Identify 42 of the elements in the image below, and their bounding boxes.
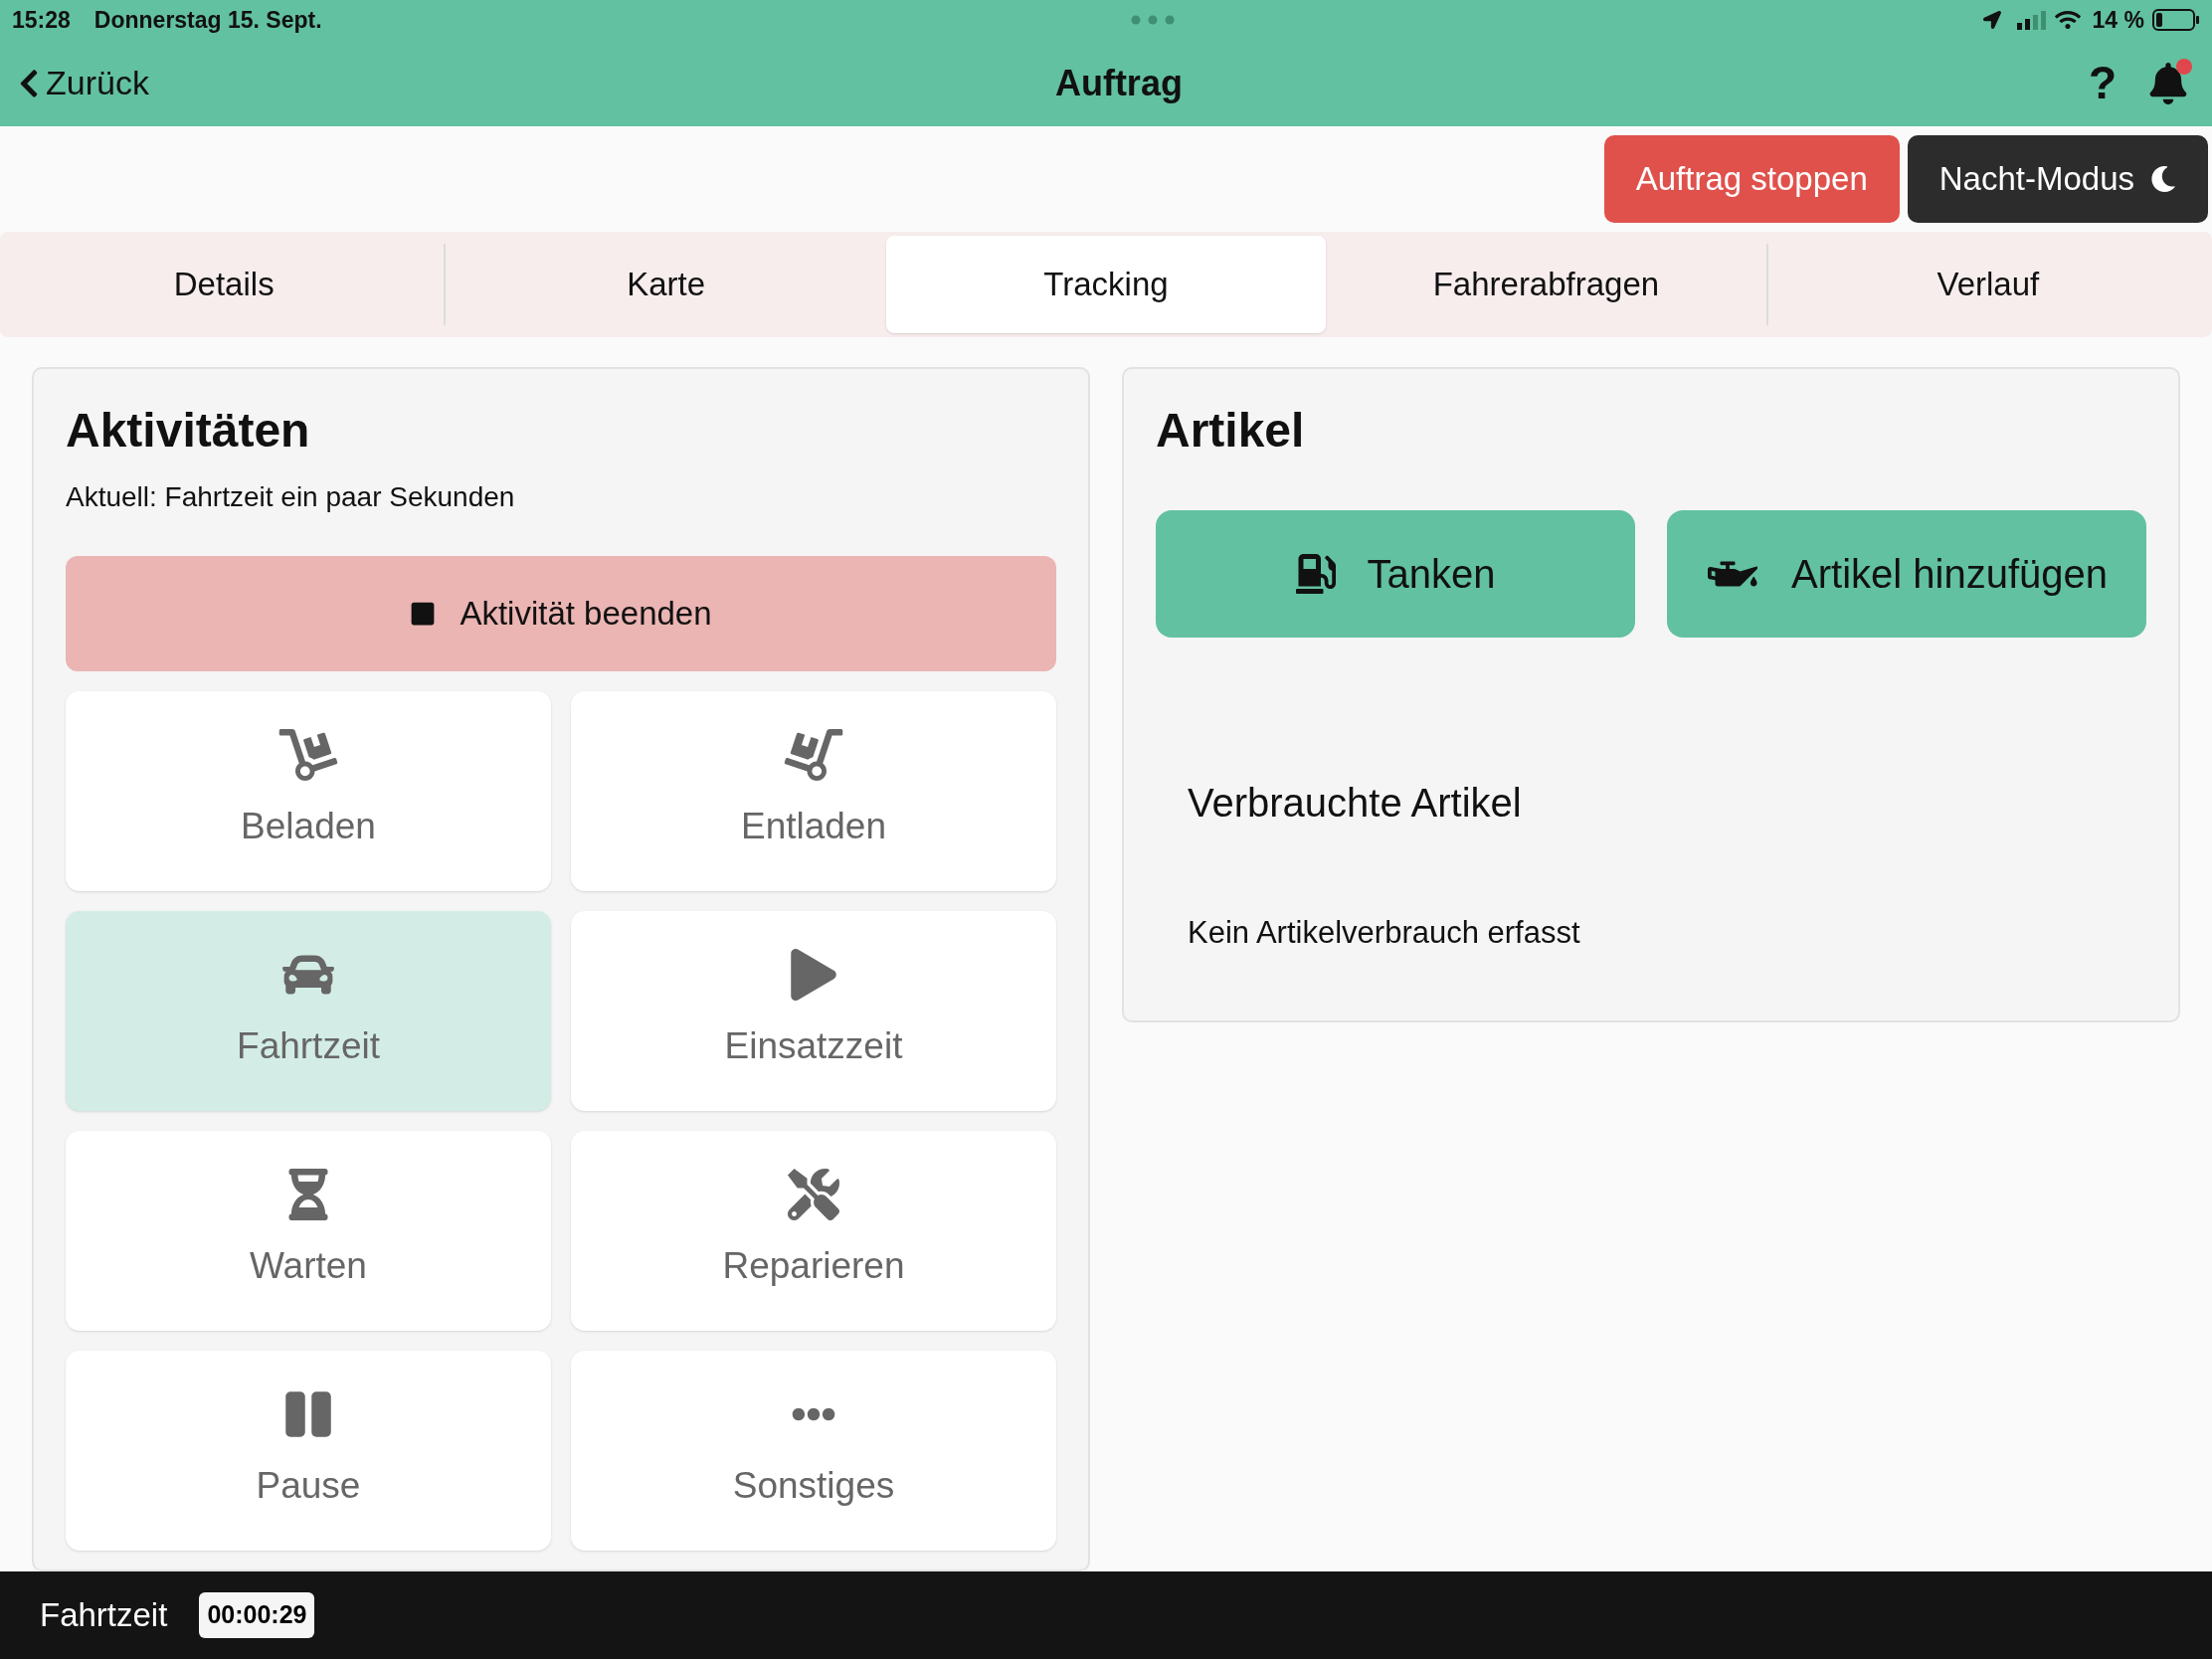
back-button[interactable]: Zurück [16, 58, 149, 108]
article-action-button[interactable]: Artikel hinzufügen [1667, 510, 2146, 638]
night-mode-button[interactable]: Nacht-Modus [1907, 135, 2208, 223]
activities-title: Aktivitäten [66, 407, 311, 455]
tab[interactable]: Fahrerabfragen [1326, 236, 1766, 333]
stop-order-button[interactable]: Auftrag stoppen [1603, 135, 1900, 223]
wifi-icon [2054, 9, 2081, 31]
activity-card[interactable]: Sonstiges [571, 1351, 1056, 1551]
battery-icon [2152, 9, 2200, 31]
signal-icon [2016, 10, 2047, 30]
fuel-pump-icon [1295, 554, 1336, 594]
moon-icon [2150, 166, 2176, 192]
dolly-icon [278, 728, 338, 781]
activity-card[interactable]: Beladen [66, 691, 551, 891]
current-activity-text: Aktuell: Fahrtzeit ein paar Sekunden [66, 480, 516, 514]
activity-card[interactable]: Pause [66, 1351, 551, 1551]
notification-bell-icon[interactable] [2148, 62, 2188, 104]
empty-articles-text: Kein Artikelverbrauch erfasst [1188, 914, 1581, 952]
dolly-icon [784, 728, 843, 781]
battery-percent: 14 % [2092, 5, 2144, 35]
activity-card[interactable]: Entladen [571, 691, 1056, 891]
status-date: Donnerstag 15. Sept. [93, 5, 322, 35]
tab[interactable]: Karte [446, 236, 886, 333]
tab[interactable]: Tracking [885, 236, 1327, 333]
help-button[interactable]: ? [2088, 49, 2117, 117]
articles-title: Artikel [1156, 407, 1306, 455]
end-activity-button[interactable]: Aktivität beenden [66, 556, 1056, 671]
dots-icon [1130, 15, 1175, 25]
activity-timer: 00:00:29 [199, 1592, 315, 1638]
activity-card[interactable]: Einsatzzeit [571, 911, 1056, 1111]
activity-card[interactable]: Warten [66, 1131, 551, 1331]
activity-card[interactable]: Fahrtzeit [66, 911, 551, 1111]
tab[interactable]: Verlauf [1767, 236, 2209, 333]
current-activity-label: Fahrtzeit [40, 1595, 168, 1636]
activity-card[interactable]: Reparieren [571, 1131, 1056, 1331]
page-title: Auftrag [1054, 61, 1183, 105]
location-icon [1982, 11, 2001, 29]
article-action-button[interactable]: Tanken [1156, 510, 1635, 638]
tab[interactable]: Details [4, 236, 445, 333]
used-articles-title: Verbrauchte Artikel [1188, 780, 1523, 827]
status-time: 15:28 [12, 5, 71, 35]
stop-icon [410, 601, 437, 627]
